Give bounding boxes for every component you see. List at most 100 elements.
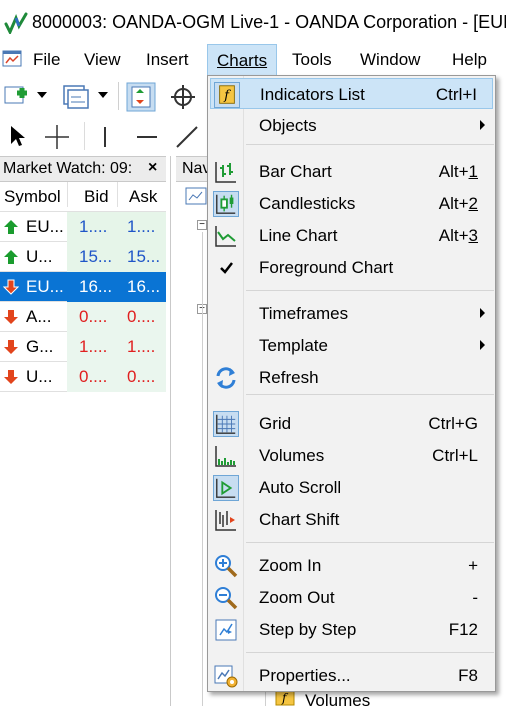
auto-scroll-icon: [213, 475, 239, 501]
menu-item-label: Grid: [259, 414, 292, 433]
menu-item-label: Zoom Out: [259, 588, 335, 607]
menu-separator: [246, 542, 494, 543]
grid-icon: [213, 411, 239, 437]
properties-icon: [214, 665, 238, 688]
menu-item-label: Zoom In: [259, 556, 322, 575]
menu-item-candlesticks[interactable]: Candlesticks Alt+2: [210, 188, 493, 219]
menu-item-label: Chart Shift: [259, 510, 340, 529]
market-watch-row[interactable]: EU... 16... 16...: [0, 272, 166, 302]
menu-item-label: Bar Chart: [259, 162, 332, 181]
menu-item-label: Template: [259, 336, 328, 355]
indicators-list-icon: f: [214, 82, 240, 108]
menu-item-line-chart[interactable]: Line Chart Alt+3: [210, 220, 493, 251]
menu-charts[interactable]: Charts: [207, 44, 277, 76]
crosshair-icon[interactable]: [170, 84, 196, 110]
navigator-item-volumes[interactable]: Volumes: [305, 691, 370, 711]
menu-item-template[interactable]: Template: [210, 330, 493, 361]
market-watch-row[interactable]: U... 15... 15...: [0, 242, 166, 272]
market-watch-row[interactable]: A... 0.... 0....: [0, 302, 166, 332]
menu-item-label: Timeframes: [259, 304, 349, 323]
crosshair-tool-icon[interactable]: [44, 124, 70, 150]
symbol-cell: G...: [26, 337, 54, 356]
menu-item-refresh[interactable]: Refresh: [210, 362, 493, 393]
shortcut-modifier: Alt+: [438, 226, 469, 245]
market-watch-row[interactable]: U... 0.... 0....: [0, 362, 166, 392]
new-chart-icon[interactable]: [3, 84, 31, 110]
chart-shift-icon: [215, 510, 236, 531]
toolbar-separator: [84, 122, 85, 150]
menu-window[interactable]: Window: [360, 50, 420, 70]
menu-item-shortcut: -: [472, 588, 478, 607]
menu-view[interactable]: View: [84, 50, 121, 70]
profiles-icon[interactable]: [62, 84, 90, 110]
navigator-root-icon[interactable]: [185, 186, 209, 206]
bid-cell: 15...: [79, 247, 113, 266]
horizontal-line-icon[interactable]: [134, 124, 160, 150]
menu-item-objects[interactable]: Objects: [210, 110, 493, 141]
menu-separator: [246, 394, 494, 395]
menu-item-indicators-list[interactable]: f Indicators List Ctrl+I: [210, 78, 493, 109]
vertical-line-icon[interactable]: [98, 124, 112, 150]
market-watch-row[interactable]: G... 1.... 1....: [0, 332, 166, 362]
ask-cell: 16...: [127, 277, 161, 296]
symbol-cell: U...: [26, 247, 53, 266]
charts-dropdown-menu: f Indicators List Ctrl+I Objects Bar Chart Al…: [207, 75, 496, 692]
submenu-arrow-icon: [480, 120, 485, 130]
market-watch-toggle-icon[interactable]: [126, 82, 156, 112]
table-header-row: Symbol Bid Ask: [0, 182, 166, 212]
window-title: 8000003: OANDA-OGM Live-1 - OANDA Corpor…: [32, 12, 506, 32]
menu-file[interactable]: File: [33, 50, 60, 70]
close-icon[interactable]: ×: [148, 159, 157, 177]
menu-item-properties[interactable]: Properties... F8: [210, 660, 493, 691]
menu-tools[interactable]: Tools: [292, 50, 332, 70]
menu-item-auto-scroll[interactable]: Auto Scroll: [210, 472, 493, 503]
menu-separator: [246, 290, 494, 291]
menu-help[interactable]: Help: [452, 50, 487, 70]
profiles-dropdown-icon[interactable]: [98, 92, 108, 98]
bid-cell: 0....: [79, 307, 108, 326]
menu-insert[interactable]: Insert: [146, 50, 189, 70]
menu-item-label: Volumes: [259, 446, 325, 465]
menu-item-shortcut: Alt+2: [439, 194, 478, 214]
menu-item-volumes[interactable]: Volumes Ctrl+L: [210, 440, 493, 471]
market-watch-row[interactable]: EU... 1.... 1....: [0, 212, 166, 242]
menu-item-zoom-in[interactable]: Zoom In +: [210, 550, 493, 581]
menu-item-shortcut: F8: [458, 666, 478, 685]
menu-item-chart-shift[interactable]: Chart Shift: [210, 504, 493, 535]
menu-item-shortcut: Alt+1: [439, 162, 478, 182]
menu-item-step-by-step[interactable]: Step by Step F12: [210, 614, 493, 645]
toolbar-separator: [118, 82, 119, 110]
shortcut-modifier: Alt+: [438, 194, 469, 213]
menu-item-label: Objects: [259, 116, 317, 135]
menu-item-timeframes[interactable]: Timeframes: [210, 298, 493, 329]
chart-window-icon[interactable]: [2, 48, 24, 70]
ask-cell: 15...: [127, 247, 161, 266]
menu-item-shortcut: F12: [448, 620, 478, 639]
new-chart-dropdown-icon[interactable]: [37, 92, 47, 98]
symbol-cell: A...: [26, 307, 52, 326]
tree-collapse-icon[interactable]: −: [197, 220, 207, 230]
menu-separator: [246, 144, 494, 145]
menu-item-label: Candlesticks: [259, 194, 356, 213]
menu-item-foreground-chart[interactable]: Foreground Chart: [210, 252, 493, 283]
column-header-symbol[interactable]: Symbol: [4, 187, 71, 207]
menu-item-label: Auto Scroll: [259, 478, 342, 497]
cursor-icon[interactable]: [8, 124, 28, 148]
trendline-icon[interactable]: [174, 124, 200, 150]
menu-item-zoom-out[interactable]: Zoom Out -: [210, 582, 493, 613]
menu-item-grid[interactable]: Grid Ctrl+G: [210, 408, 493, 439]
menu-item-bar-chart[interactable]: Bar Chart Alt+1: [210, 156, 493, 187]
bar-chart-icon: [215, 162, 236, 183]
menu-item-shortcut: Ctrl+G: [428, 414, 478, 433]
bid-cell: 1....: [79, 217, 108, 236]
candlesticks-icon: [213, 191, 239, 217]
column-header-ask[interactable]: Ask: [117, 182, 166, 207]
menu-bar: File View Insert Charts Tools Window Hel…: [0, 44, 506, 76]
menu-item-shortcut: Ctrl+I: [435, 85, 477, 104]
submenu-arrow-icon: [480, 308, 485, 318]
column-header-bid[interactable]: Bid: [67, 182, 117, 207]
menu-item-label: Step by Step: [259, 620, 357, 639]
symbol-cell: EU...: [26, 277, 64, 296]
menu-item-label: Line Chart: [259, 226, 338, 245]
menu-charts-label: Charts: [217, 51, 268, 70]
